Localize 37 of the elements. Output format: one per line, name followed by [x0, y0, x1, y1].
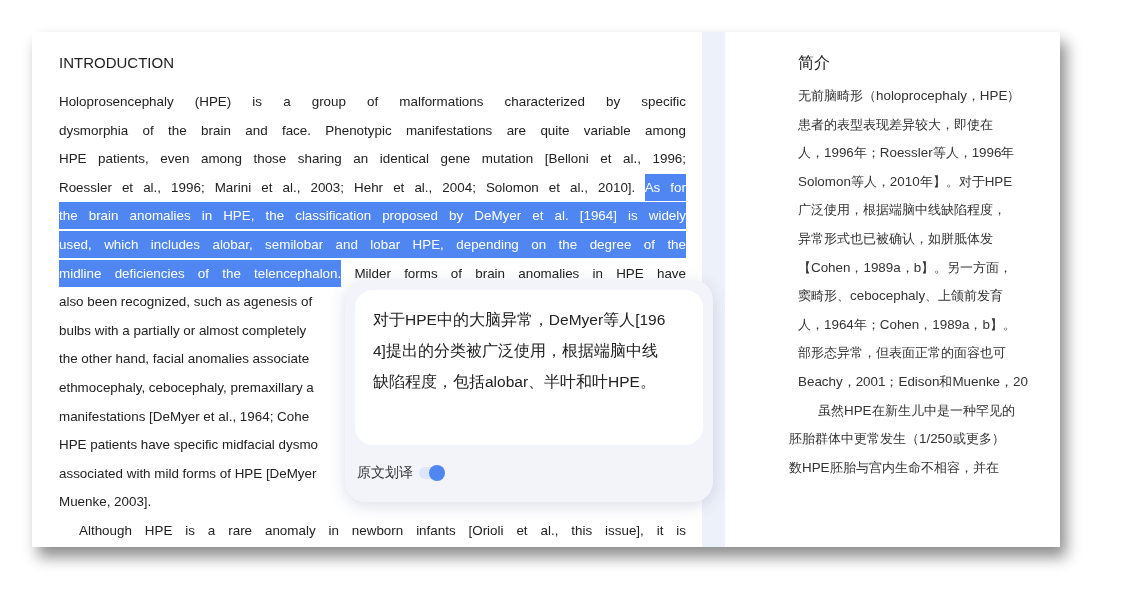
text-line: 虽然HPE在新生儿中是一种罕见的	[818, 402, 1015, 418]
text-line: 广泛使用，根据端脑中线缺陷程度，	[798, 202, 1006, 218]
highlighted-text: midline deficiencies of the telencephalon.	[59, 259, 342, 287]
text-line: 数HPE胚胎与宫内生命不相容，并在	[789, 459, 999, 475]
text-span: Milder forms of brain anomalies in HPE have	[353, 265, 686, 281]
text-span: Muenke, 2003].	[59, 494, 152, 510]
text-span: ethmocephaly, cebocephaly, premaxillary a	[59, 379, 314, 395]
text-line: 异常形式也已被确认，如胼胝体发	[798, 230, 993, 246]
text-line: 无前脑畸形（holoprocephaly，HPE）	[798, 88, 1021, 103]
text-line: 部形态异常，但表面正常的面容也可	[798, 345, 1006, 361]
text-line: 胚胎群体中更常发生（1/250或更多）	[789, 431, 1005, 447]
toggle-label: 原文划译	[357, 463, 413, 482]
text-line: 患者的表型表现差异较大，即使在	[798, 116, 993, 132]
text-span: HPE patients, even among those sharing an identical gene mutation [Belloni et al., 1996;	[59, 151, 686, 167]
translation-text: 对于HPE中的大脑异常，DeMyer等人[1964]提出的分类被广泛使用，根据端脑中线缺陷程度，包括alobar、半叶和叶HPE。	[373, 310, 667, 392]
text-span: bulbs with a partially or almost completely	[59, 322, 307, 338]
text-span: Roessler et al., 1996; Marini et al., 2003; Hehr et al., 2004; Solomon et al., 2010].	[59, 179, 637, 195]
section-heading: INTRODUCTION	[59, 53, 174, 73]
text-line: Solomon等人，2010年】。对于HPE	[798, 173, 1013, 189]
text-line: 【Cohen，1989a，b】。另一方面，	[798, 259, 1013, 275]
text-line: 窦畸形、cebocephaly、上颌前发育	[798, 288, 1004, 304]
text-line: 人，1996年；Roessler等人，1996年	[798, 145, 1015, 161]
toggle-switch[interactable]	[419, 466, 443, 479]
text-span: the other hand, facial anomalies associate	[59, 351, 310, 367]
text-span: Although HPE is a rare anomaly in newborn infants [Orioli et al., this issue], it is	[79, 522, 686, 538]
highlighted-text: As for	[644, 173, 686, 201]
text-line: Beachy，2001；Edison和Muenke，20	[798, 373, 1028, 389]
text-span: also been recognized, such as agenesis of	[59, 294, 313, 310]
highlighted-text: used, which includes alobar, semilobar and lobar HPE, depending on the degree of the	[59, 230, 686, 258]
text-span: Holoprosencephaly (HPE) is a group of malformations characterized by specific	[59, 94, 686, 109]
highlighted-text: the brain anomalies in HPE, the classification proposed by DeMyer et al. [1964] is widely	[59, 202, 686, 230]
section-heading: 简介	[798, 53, 830, 73]
text-span: HPE patients have specific midfacial dysmo	[59, 437, 318, 453]
text-line: 人，1964年；Cohen，1989a，b】。	[798, 316, 1016, 332]
text-span: dysmorphia of the brain and face. Phenotypic manifestations are quite variable among	[59, 122, 686, 138]
text-span: manifestations [DeMyer et al., 1964; Cohe	[59, 408, 310, 424]
text-span: associated with mild forms of HPE [DeMyer	[59, 465, 317, 481]
